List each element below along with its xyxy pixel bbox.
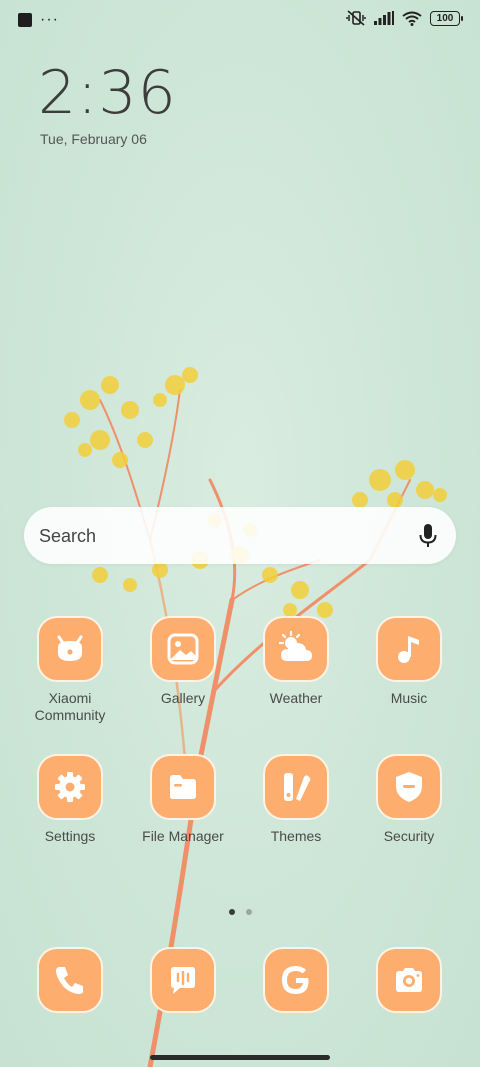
settings-icon: [37, 754, 103, 820]
app-label: Gallery: [160, 690, 206, 706]
page-indicator[interactable]: [229, 909, 252, 915]
app-music[interactable]: Music: [353, 616, 465, 707]
gallery-icon: [150, 616, 216, 682]
music-icon: [376, 616, 442, 682]
gesture-navigation-bar[interactable]: [150, 1055, 330, 1060]
clock-date[interactable]: Tue, February 06: [40, 131, 147, 147]
camera-icon: [376, 947, 442, 1013]
page-dot-active: [229, 909, 235, 915]
status-bar: ··· 100: [0, 0, 480, 44]
page-dot-inactive: [246, 909, 252, 915]
xiaomi-community-icon: [37, 616, 103, 682]
app-label: Xiaomi Community: [34, 690, 106, 723]
dock-messages[interactable]: [127, 947, 239, 1013]
wifi-icon: [402, 11, 422, 26]
mic-icon[interactable]: [418, 523, 438, 549]
app-label: Weather: [269, 690, 323, 706]
app-label: Settings: [44, 828, 96, 844]
app-weather[interactable]: Weather: [240, 616, 352, 707]
app-settings[interactable]: Settings: [14, 754, 126, 845]
signal-icon: [374, 11, 394, 25]
app-label: Music: [390, 690, 428, 706]
dock-camera[interactable]: [353, 947, 465, 1013]
app-label: Themes: [270, 828, 322, 844]
dock-google[interactable]: [240, 947, 352, 1013]
search-placeholder: Search: [39, 526, 97, 546]
app-security[interactable]: Security: [353, 754, 465, 845]
google-icon: [263, 947, 329, 1013]
more-dots-icon: ···: [40, 11, 59, 28]
phone-icon: [37, 947, 103, 1013]
app-label: Security: [383, 828, 435, 844]
themes-icon: [263, 754, 329, 820]
battery-icon: 100: [430, 10, 463, 26]
vibrate-off-icon: [346, 10, 366, 26]
security-icon: [376, 754, 442, 820]
app-gallery[interactable]: Gallery: [127, 616, 239, 707]
app-label: File Manager: [142, 828, 224, 844]
app-xiaomi-community[interactable]: Xiaomi Community: [14, 616, 126, 724]
file-manager-icon: [150, 754, 216, 820]
clock-time[interactable]: 2:36: [38, 58, 177, 128]
search-bar[interactable]: Search: [24, 507, 456, 564]
app-themes[interactable]: Themes: [240, 754, 352, 845]
messages-icon: [150, 947, 216, 1013]
dock-phone[interactable]: [14, 947, 126, 1013]
app-file-manager[interactable]: File Manager: [127, 754, 239, 845]
notification-square-icon: [18, 13, 32, 27]
weather-icon: [263, 616, 329, 682]
